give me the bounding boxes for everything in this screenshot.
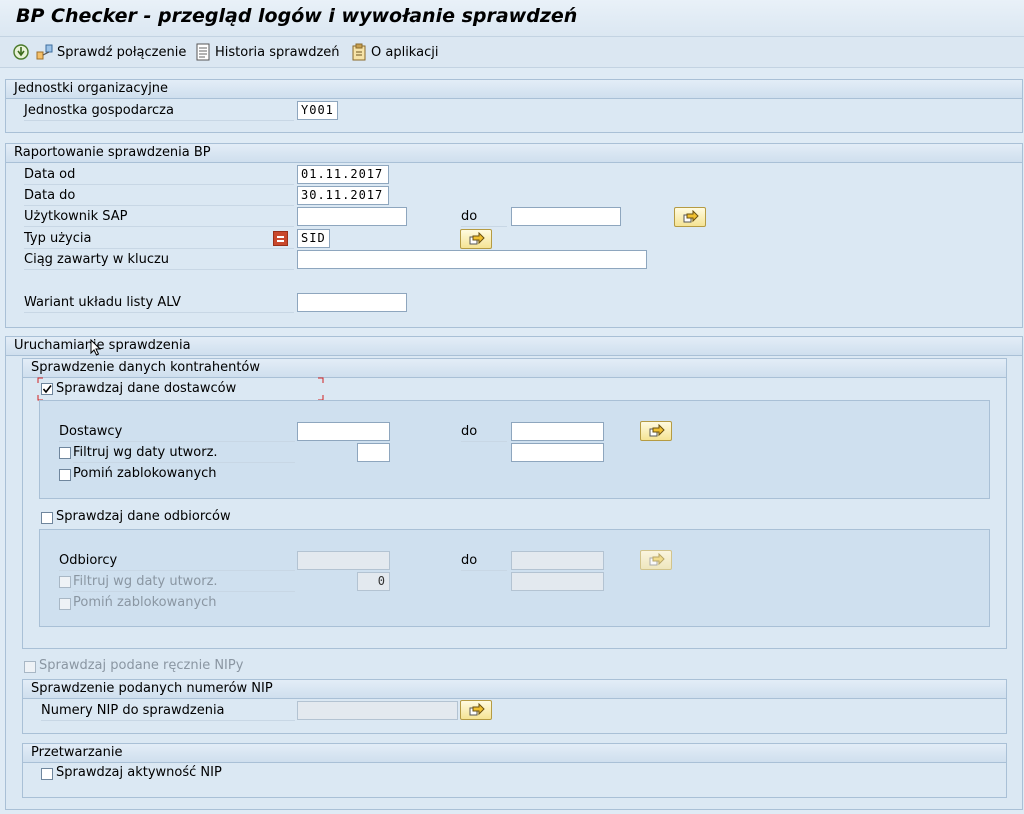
sap-user-label: Użytkownik SAP: [24, 207, 294, 227]
nip-numbers-input[interactable]: [297, 701, 458, 720]
history-button[interactable]: Historia sprawdzeń: [194, 42, 340, 62]
history-label: Historia sprawdzeń: [215, 44, 340, 60]
nip-check-title: Sprawdzenie podanych numerów NIP: [31, 681, 273, 696]
date-to-input[interactable]: 30.11.2017: [297, 186, 389, 205]
check-nip-activity-checkbox[interactable]: [41, 768, 53, 780]
org-units-header: Jednostki organizacyjne: [6, 80, 1022, 99]
check-vendors-checkbox[interactable]: [41, 383, 53, 395]
customers-filter-checkbox[interactable]: [59, 576, 71, 588]
nip-numbers-label: Numery NIP do sprawdzenia: [41, 701, 295, 721]
mouse-cursor-icon: [90, 339, 102, 356]
vendors-filter-days-input[interactable]: [357, 443, 390, 462]
customers-to-label: do: [461, 551, 507, 571]
check-manual-nip-label: Sprawdzaj podane ręcznie NIPy: [39, 658, 244, 673]
vendors-skip-blocked-checkbox[interactable]: [59, 469, 71, 481]
sap-user-from-input[interactable]: [297, 207, 407, 226]
usage-type-label: Typ użycia: [24, 229, 294, 249]
vendors-multiple-selection-button[interactable]: [640, 421, 672, 441]
check-manual-nip-checkbox[interactable]: [24, 661, 36, 673]
org-units-title: Jednostki organizacyjne: [14, 81, 169, 96]
processing-title: Przetwarzanie: [31, 745, 123, 760]
sap-user-to-label: do: [461, 207, 507, 227]
application-toolbar: Sprawdź połączenie Historia sprawdzeń O …: [0, 37, 1024, 68]
check-nip-activity-label: Sprawdzaj aktywność NIP: [56, 765, 222, 780]
check-connection-button[interactable]: Sprawdź połączenie: [36, 42, 186, 62]
vendors-to-input[interactable]: [511, 422, 604, 441]
multiple-selection-arrow-icon: [469, 232, 485, 245]
key-string-label: Ciąg zawarty w kluczu: [24, 250, 294, 270]
about-label: O aplikacji: [371, 44, 439, 60]
window-title: BP Checker - przegląd logów i wywołanie …: [16, 5, 578, 27]
run-checks-header: Uruchamianie sprawdzenia: [6, 337, 1022, 356]
vendors-skip-blocked-label: Pomiń zablokowanych: [73, 466, 217, 481]
partner-data-title: Sprawdzenie danych kontrahentów: [31, 360, 260, 375]
multiple-selection-arrow-icon: [469, 703, 485, 716]
execute-icon: [13, 44, 29, 60]
multiple-selection-arrow-icon: [649, 424, 665, 437]
customers-label: Odbiorcy: [59, 551, 295, 571]
alv-variant-input[interactable]: [297, 293, 407, 312]
selection-option-icon[interactable]: [273, 231, 288, 246]
checkmark-icon: [42, 385, 52, 394]
run-checks-title: Uruchamianie sprawdzenia: [14, 338, 191, 353]
customers-skip-blocked-checkbox[interactable]: [59, 598, 71, 610]
company-code-input[interactable]: Y001: [297, 101, 338, 120]
vendors-to-label: do: [461, 422, 507, 442]
key-string-input[interactable]: [297, 250, 647, 269]
sap-user-to-input[interactable]: [511, 207, 621, 226]
vendors-label: Dostawcy: [59, 422, 295, 442]
info-clipboard-icon: [352, 43, 366, 61]
nip-numbers-multiple-selection-button[interactable]: [460, 700, 492, 720]
vendors-from-input[interactable]: [297, 422, 390, 441]
customers-from-input[interactable]: [297, 551, 390, 570]
nip-check-header: Sprawdzenie podanych numerów NIP: [23, 680, 1006, 699]
processing-header: Przetwarzanie: [23, 744, 1006, 763]
customers-multiple-selection-button[interactable]: [640, 550, 672, 570]
title-bar: BP Checker - przegląd logów i wywołanie …: [0, 0, 1024, 37]
vendors-filter-date-input[interactable]: [511, 443, 604, 462]
customers-to-input[interactable]: [511, 551, 604, 570]
reporting-title: Raportowanie sprawdzenia BP: [14, 145, 211, 160]
check-connection-label: Sprawdź połączenie: [57, 44, 187, 60]
customers-skip-blocked-label: Pomiń zablokowanych: [73, 595, 217, 610]
check-customers-label: Sprawdzaj dane odbiorców: [56, 509, 231, 524]
multiple-selection-arrow-icon: [683, 210, 699, 223]
sap-user-multiple-selection-button[interactable]: [674, 207, 706, 227]
date-from-input[interactable]: 01.11.2017: [297, 165, 389, 184]
vendors-filter-checkbox[interactable]: [59, 447, 71, 459]
vendors-filter-label: Filtruj wg daty utworz.: [73, 443, 295, 463]
usage-type-input[interactable]: SID: [297, 229, 330, 248]
about-button[interactable]: O aplikacji: [350, 42, 438, 62]
partner-data-header: Sprawdzenie danych kontrahentów: [23, 359, 1006, 378]
check-customers-checkbox[interactable]: [41, 512, 53, 524]
reporting-header: Raportowanie sprawdzenia BP: [6, 144, 1022, 163]
alv-variant-label: Wariant układu listy ALV: [24, 293, 294, 313]
connection-icon: [36, 44, 53, 60]
multiple-selection-arrow-icon: [649, 553, 665, 566]
check-vendors-label: Sprawdzaj dane dostawców: [56, 381, 237, 396]
date-to-label: Data do: [24, 186, 294, 206]
company-code-label: Jednostka gospodarcza: [24, 101, 294, 121]
document-list-icon: [196, 43, 210, 61]
execute-button[interactable]: [12, 42, 30, 62]
customers-filter-days-input[interactable]: 0: [357, 572, 390, 591]
usage-type-multiple-selection-button[interactable]: [460, 229, 492, 249]
customers-filter-date-input[interactable]: [511, 572, 604, 591]
customers-filter-label: Filtruj wg daty utworz.: [73, 572, 295, 592]
date-from-label: Data od: [24, 165, 294, 185]
